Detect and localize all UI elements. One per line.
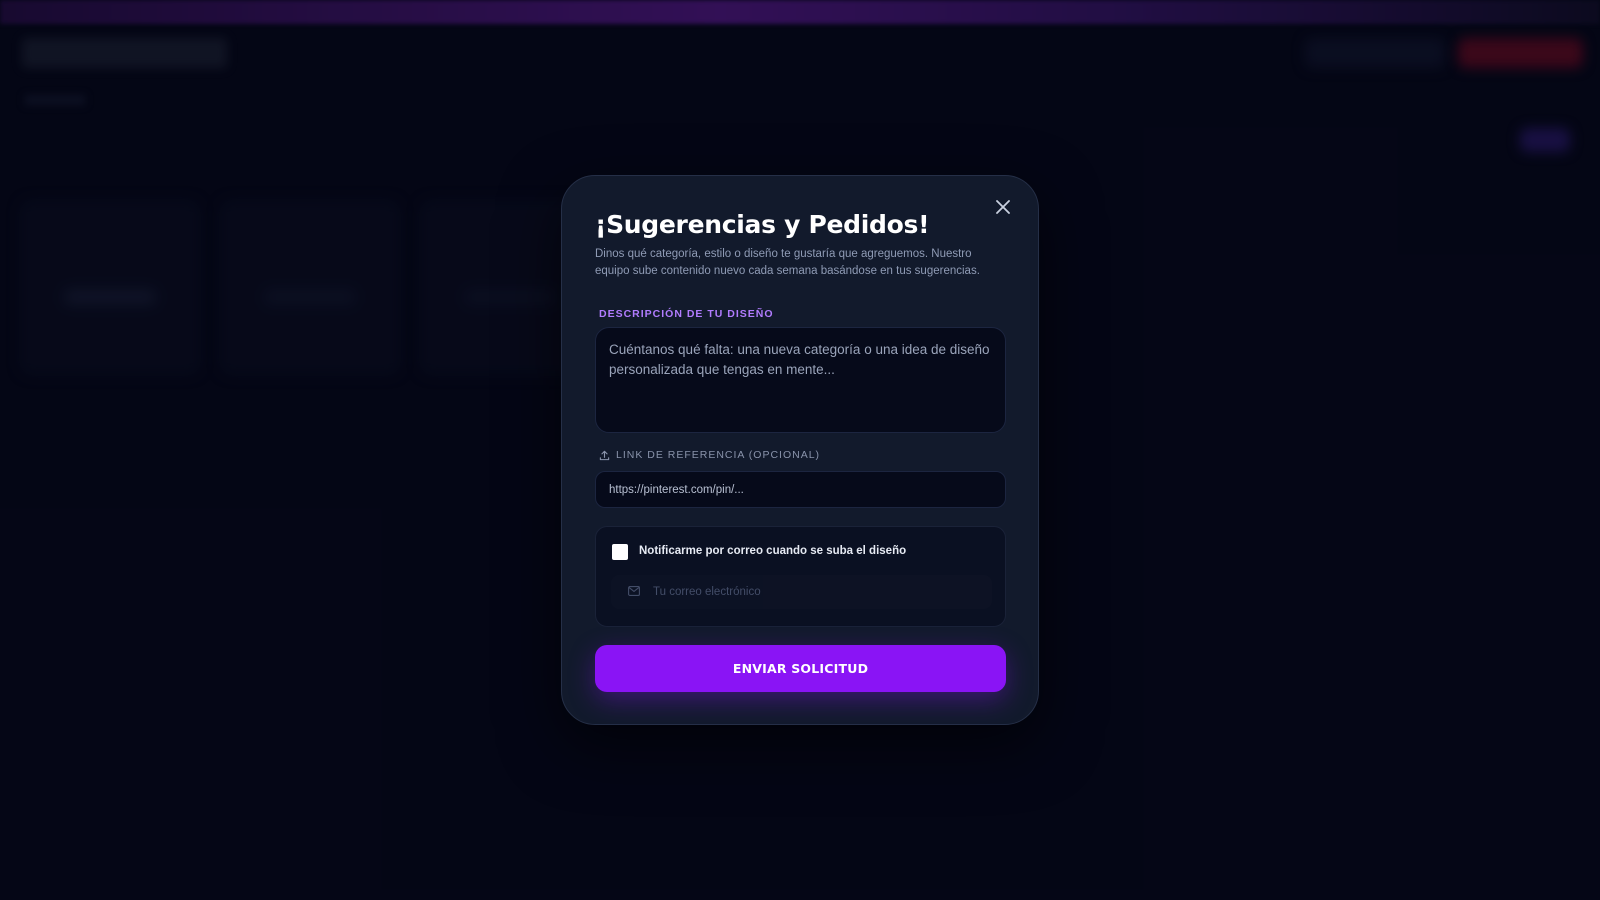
mail-icon <box>628 586 640 596</box>
notify-checkbox[interactable] <box>612 544 628 560</box>
modal-title: ¡Sugerencias y Pedidos! <box>595 210 930 239</box>
design-description-label: DESCRIPCIÓN DE TU DISEÑO <box>599 308 774 320</box>
upload-icon <box>599 450 610 460</box>
email-input[interactable] <box>651 575 981 609</box>
suggestions-modal: ¡Sugerencias y Pedidos! Dinos qué catego… <box>561 175 1039 725</box>
reference-link-label-text: LINK DE REFERENCIA (OPCIONAL) <box>616 449 821 461</box>
submit-request-button[interactable]: ENVIAR SOLICITUD <box>595 645 1006 692</box>
notify-section: Notificarme por correo cuando se suba el… <box>595 526 1006 627</box>
design-description-textarea[interactable] <box>595 327 1006 433</box>
close-button[interactable] <box>990 194 1016 220</box>
reference-link-input[interactable] <box>595 471 1006 508</box>
close-icon <box>996 200 1010 214</box>
notify-label[interactable]: Notificarme por correo cuando se suba el… <box>639 545 906 557</box>
reference-link-label: LINK DE REFERENCIA (OPCIONAL) <box>599 449 820 461</box>
modal-description: Dinos qué categoría, estilo o diseño te … <box>595 248 980 277</box>
email-field-wrapper <box>611 575 992 609</box>
